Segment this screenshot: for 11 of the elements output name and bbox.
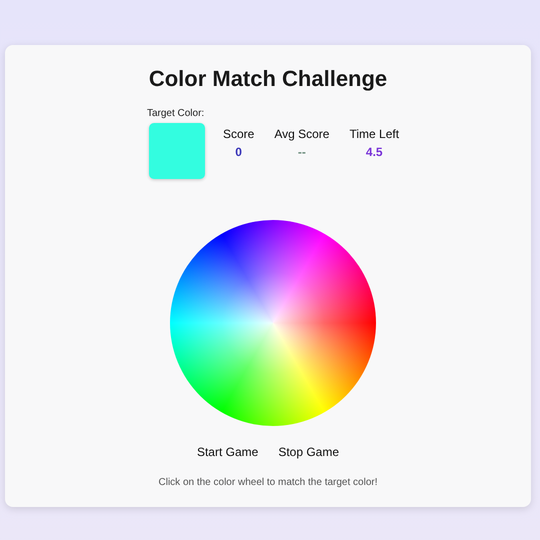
target-color-label: Target Color: xyxy=(146,108,204,119)
stat-value: -- xyxy=(298,145,306,159)
stat-value: 4.5 xyxy=(366,145,383,159)
instruction-text: Click on the color wheel to match the target color! xyxy=(158,477,378,488)
stat-label: Time Left xyxy=(349,127,400,141)
game-button[interactable]: Start Game xyxy=(196,443,258,461)
stat-label: Avg Score xyxy=(274,127,330,141)
game-title: Color Match Challenge xyxy=(148,66,388,92)
stat-value: 0 xyxy=(235,145,242,159)
stat-label: Score xyxy=(222,127,254,141)
game-button[interactable]: Stop Game xyxy=(278,443,340,461)
